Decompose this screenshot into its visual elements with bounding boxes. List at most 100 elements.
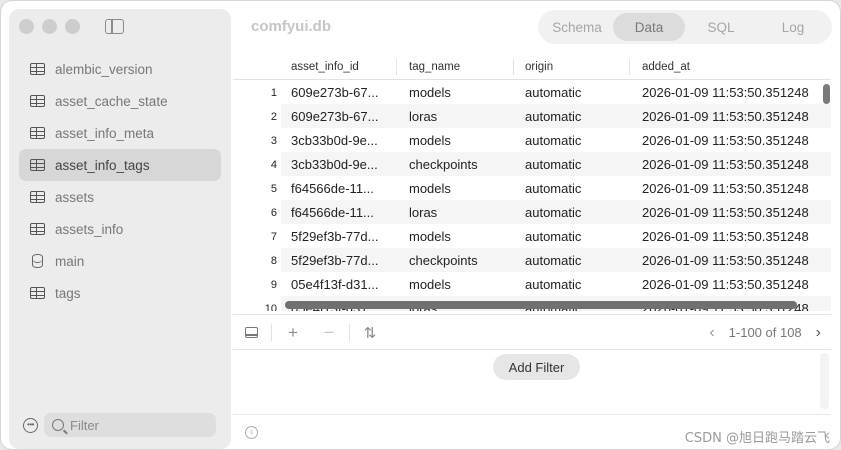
table-cell[interactable]: 5f29ef3b-77d... xyxy=(291,229,378,244)
sidebar-item-tags[interactable]: tags xyxy=(19,277,221,309)
pagination: ‹ 1-100 of 108 › xyxy=(709,315,821,350)
tab-sql[interactable]: SQL xyxy=(685,13,757,41)
table-row[interactable]: 3 3cb33b0d-9e... models automatic 2026-01-09… xyxy=(233,128,831,152)
previous-page-button[interactable]: ‹ xyxy=(709,324,714,342)
table-cell[interactable]: 2026-01-09 11:53:50.351248 xyxy=(642,85,809,100)
table-cell[interactable]: automatic xyxy=(525,277,581,292)
minimize-window-button[interactable] xyxy=(42,19,57,34)
panel-icon xyxy=(244,327,258,338)
table-row[interactable]: 1 609e273b-67... models automatic 2026-01-09… xyxy=(233,80,831,104)
column-header-added-at[interactable]: added_at xyxy=(642,61,690,73)
sidebar: alembic_version asset_cache_state asset_in… xyxy=(9,9,231,449)
sidebar-item-label: assets xyxy=(55,189,95,205)
table-row[interactable]: 9 05e4f13f-d31... models automatic 2026-01-0… xyxy=(233,272,831,296)
table-cell[interactable]: models xyxy=(409,133,451,148)
sidebar-item-main[interactable]: main xyxy=(19,245,221,277)
sidebar-filter-input[interactable]: Filter xyxy=(44,413,216,437)
tab-data[interactable]: Data xyxy=(613,13,685,41)
table-icon xyxy=(30,159,45,171)
sidebar-item-label: main xyxy=(55,253,85,269)
table-cell[interactable]: f64566de-11... xyxy=(291,205,374,220)
table-cell[interactable]: 2026-01-09 11:53:50.351248 xyxy=(642,205,809,220)
filter-scrollbar[interactable] xyxy=(820,353,829,409)
table-cell[interactable]: 2026-01-09 11:53:50.351248 xyxy=(642,277,809,292)
table-cell[interactable]: models xyxy=(409,85,451,100)
table-cell[interactable]: 5f29ef3b-77d... xyxy=(291,253,378,268)
column-divider[interactable] xyxy=(396,59,397,75)
more-options-icon[interactable]: ••• xyxy=(23,417,38,433)
table-cell[interactable]: 2026-01-09 11:53:50.351248 xyxy=(642,157,809,172)
row-number: 3 xyxy=(270,135,277,147)
table-cell[interactable]: checkpoints xyxy=(409,157,478,172)
toggle-panel-button[interactable] xyxy=(241,315,261,350)
remove-row-button[interactable]: − xyxy=(319,315,339,350)
sort-button[interactable]: ⇅ xyxy=(360,315,380,350)
close-window-button[interactable] xyxy=(19,19,34,34)
sidebar-toggle-icon[interactable] xyxy=(105,19,124,34)
table-cell[interactable]: models xyxy=(409,229,451,244)
table-cell[interactable]: 609e273b-67... xyxy=(291,85,378,100)
add-row-button[interactable]: + xyxy=(283,315,303,350)
column-header-origin[interactable]: origin xyxy=(525,61,553,73)
vertical-scrollbar-track[interactable] xyxy=(819,80,831,311)
table-row[interactable]: 8 5f29ef3b-77d... checkpoints automatic 2026… xyxy=(233,248,831,272)
toolbar-divider xyxy=(349,324,350,341)
column-divider[interactable] xyxy=(629,59,630,75)
table-row[interactable]: 7 5f29ef3b-77d... models automatic 2026-01-0… xyxy=(233,224,831,248)
table-cell[interactable]: models xyxy=(409,181,451,196)
table-cell[interactable]: 2026-01-09 11:53:50.351248 xyxy=(642,229,809,244)
row-number: 8 xyxy=(270,255,277,267)
column-divider[interactable] xyxy=(513,59,514,75)
table-cell[interactable]: 2026-01-09 11:53:50.351248 xyxy=(642,253,809,268)
table-cell[interactable]: automatic xyxy=(525,109,581,124)
table-cell[interactable]: automatic xyxy=(525,133,581,148)
tab-schema[interactable]: Schema xyxy=(541,13,613,41)
table-cell[interactable]: 2026-01-09 11:53:50.351248 xyxy=(642,181,809,196)
sidebar-item-asset-info-tags[interactable]: asset_info_tags xyxy=(19,149,221,181)
page-range-text: 1-100 of 108 xyxy=(728,325,802,340)
table-icon xyxy=(30,63,45,75)
table-cell[interactable]: automatic xyxy=(525,253,581,268)
tab-log[interactable]: Log xyxy=(757,13,829,41)
table-row[interactable]: 6 f64566de-11... loras automatic 2026-01-09 … xyxy=(233,200,831,224)
table-row[interactable]: 2 609e273b-67... loras automatic 2026-01-09 … xyxy=(233,104,831,128)
add-filter-button[interactable]: Add Filter xyxy=(493,354,580,380)
table-cell[interactable]: automatic xyxy=(525,205,581,220)
sidebar-item-asset-cache-state[interactable]: asset_cache_state xyxy=(19,85,221,117)
table-cell[interactable]: 3cb33b0d-9e... xyxy=(291,133,378,148)
sidebar-item-assets-info[interactable]: assets_info xyxy=(19,213,221,245)
table-cell[interactable]: 2026-01-09 11:53:50.351248 xyxy=(642,109,809,124)
table-cell[interactable]: 2026-01-09 11:53:50.351248 xyxy=(642,133,809,148)
table-cell[interactable]: automatic xyxy=(525,229,581,244)
table-row[interactable]: 4 3cb33b0d-9e... checkpoints automatic 2026-… xyxy=(233,152,831,176)
table-cell[interactable]: automatic xyxy=(525,85,581,100)
table-cell[interactable]: 05e4f13f-d31... xyxy=(291,277,378,292)
zoom-window-button[interactable] xyxy=(65,19,80,34)
table-cell[interactable]: models xyxy=(409,277,451,292)
database-title: comfyui.db xyxy=(251,18,332,35)
table-row[interactable]: 5 f64566de-11... models automatic 2026-01-09… xyxy=(233,176,831,200)
table-cell[interactable]: 609e273b-67... xyxy=(291,109,378,124)
table-cell[interactable]: automatic xyxy=(525,181,581,196)
sidebar-item-alembic-version[interactable]: alembic_version xyxy=(19,53,221,85)
vertical-scrollbar-thumb[interactable] xyxy=(823,84,830,104)
table-cell[interactable]: f64566de-11... xyxy=(291,181,374,196)
table-cell[interactable]: loras xyxy=(409,205,437,220)
column-header-tag-name[interactable]: tag_name xyxy=(409,61,460,73)
sidebar-item-asset-info-meta[interactable]: asset_info_meta xyxy=(19,117,221,149)
row-number: 5 xyxy=(270,183,277,195)
sidebar-item-label: asset_info_meta xyxy=(55,125,155,141)
table-cell[interactable]: checkpoints xyxy=(409,253,478,268)
table-cell[interactable]: 3cb33b0d-9e... xyxy=(291,157,378,172)
sidebar-item-assets[interactable]: assets xyxy=(19,181,221,213)
row-number: 7 xyxy=(270,231,277,243)
horizontal-scrollbar-thumb[interactable] xyxy=(285,301,797,309)
sql-console-icon[interactable]: ≡ xyxy=(245,426,258,439)
database-icon xyxy=(32,254,43,268)
table-cell[interactable]: automatic xyxy=(525,157,581,172)
column-header-asset-info-id[interactable]: asset_info_id xyxy=(291,61,359,73)
table-icon xyxy=(30,127,45,139)
table-cell[interactable]: loras xyxy=(409,109,437,124)
next-page-button[interactable]: › xyxy=(816,324,821,342)
data-grid: asset_info_id tag_name origin added_at 1 609… xyxy=(233,53,831,311)
